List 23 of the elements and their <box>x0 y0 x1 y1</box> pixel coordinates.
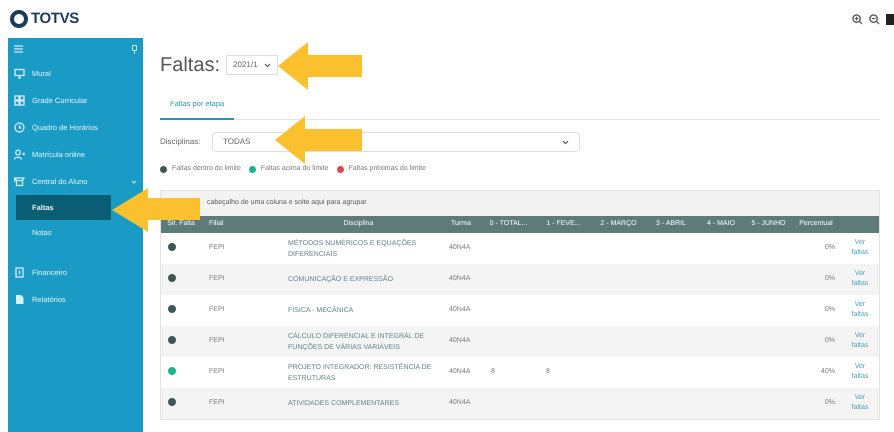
page-title: Faltas: <box>160 53 220 78</box>
document-icon <box>14 267 25 278</box>
chevron-down-icon <box>264 62 270 68</box>
period-select[interactable]: 2021/1 <box>226 55 278 75</box>
file-icon <box>14 294 25 305</box>
chevron-down-icon <box>562 140 569 144</box>
add-user-icon <box>14 149 25 160</box>
menu-icon[interactable] <box>14 45 23 53</box>
arrow-icon <box>275 116 362 164</box>
clock-icon <box>14 122 25 133</box>
zoom-out-icon[interactable] <box>869 14 880 24</box>
arrow-icon <box>112 188 200 232</box>
graduation-cap-icon <box>14 176 25 187</box>
zoom-in-icon[interactable] <box>852 14 863 24</box>
monitor-icon <box>14 68 25 79</box>
logo: TOTVS <box>31 8 79 29</box>
logo-icon <box>10 10 28 28</box>
filter-label: Disciplinas: <box>160 136 202 148</box>
grid-icon <box>14 95 25 106</box>
arrow-icon <box>278 42 362 90</box>
pin-icon[interactable] <box>132 44 137 54</box>
chevron-down-icon <box>131 180 137 184</box>
image-icon[interactable] <box>886 14 894 24</box>
